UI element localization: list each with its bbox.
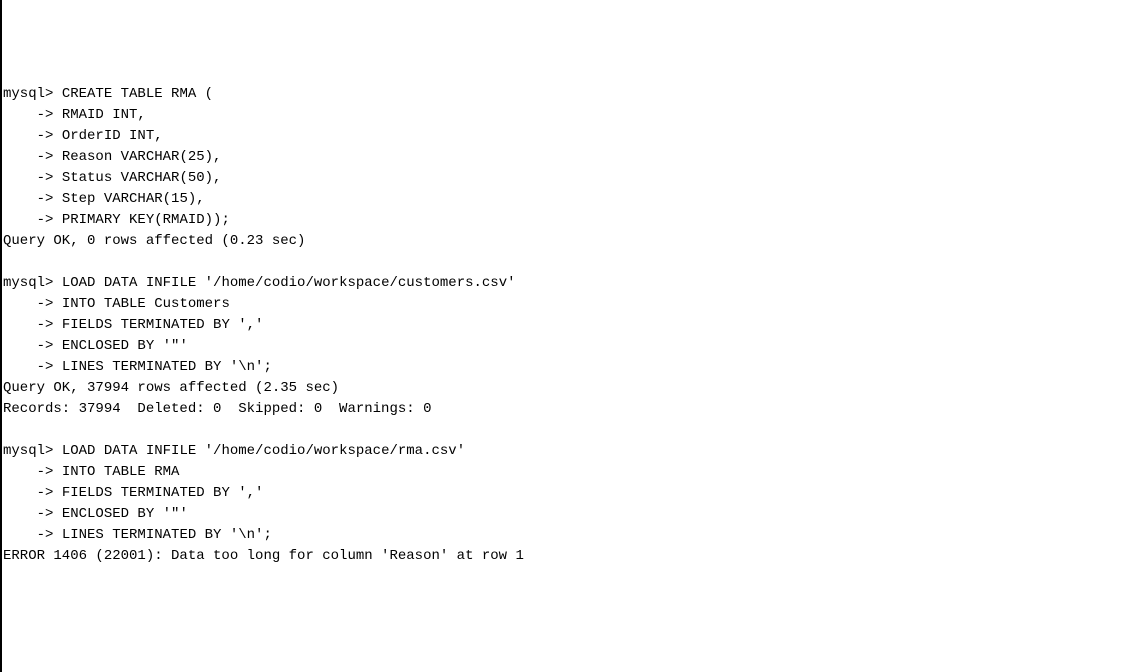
query-result: Records: 37994 Deleted: 0 Skipped: 0 War… (3, 399, 1136, 420)
mysql-prompt: mysql> (3, 86, 53, 102)
terminal-line: -> ENCLOSED BY '"' (3, 336, 1136, 357)
sql-command: LOAD DATA INFILE '/home/codio/workspace/… (53, 275, 515, 291)
terminal-line: -> FIELDS TERMINATED BY ',' (3, 483, 1136, 504)
sql-command: RMAID INT, (53, 107, 145, 123)
terminal-line: -> Reason VARCHAR(25), (3, 147, 1136, 168)
continuation-prompt: -> (3, 359, 53, 375)
query-result: Query OK, 37994 rows affected (2.35 sec) (3, 378, 1136, 399)
terminal-line: mysql> LOAD DATA INFILE '/home/codio/wor… (3, 273, 1136, 294)
mysql-prompt: mysql> (3, 443, 53, 459)
sql-command: Status VARCHAR(50), (53, 170, 221, 186)
sql-command: INTO TABLE RMA (53, 464, 179, 480)
terminal-line: mysql> CREATE TABLE RMA ( (3, 84, 1136, 105)
sql-command: INTO TABLE Customers (53, 296, 229, 312)
terminal-line: -> Status VARCHAR(50), (3, 168, 1136, 189)
terminal-line: -> Step VARCHAR(15), (3, 189, 1136, 210)
continuation-prompt: -> (3, 107, 53, 123)
continuation-prompt: -> (3, 296, 53, 312)
continuation-prompt: -> (3, 128, 53, 144)
sql-command: LOAD DATA INFILE '/home/codio/workspace/… (53, 443, 465, 459)
sql-command: Reason VARCHAR(25), (53, 149, 221, 165)
error-message: ERROR 1406 (22001): Data too long for co… (3, 546, 1136, 567)
continuation-prompt: -> (3, 485, 53, 501)
blank-line (3, 420, 1136, 441)
sql-command: FIELDS TERMINATED BY ',' (53, 485, 263, 501)
sql-command: ENCLOSED BY '"' (53, 338, 187, 354)
terminal-line: -> LINES TERMINATED BY '\n'; (3, 357, 1136, 378)
terminal-line: -> ENCLOSED BY '"' (3, 504, 1136, 525)
terminal-line: mysql> LOAD DATA INFILE '/home/codio/wor… (3, 441, 1136, 462)
sql-command: ENCLOSED BY '"' (53, 506, 187, 522)
continuation-prompt: -> (3, 170, 53, 186)
sql-command: LINES TERMINATED BY '\n'; (53, 359, 271, 375)
terminal-line: -> RMAID INT, (3, 105, 1136, 126)
continuation-prompt: -> (3, 527, 53, 543)
continuation-prompt: -> (3, 212, 53, 228)
sql-command: FIELDS TERMINATED BY ',' (53, 317, 263, 333)
terminal-line: -> FIELDS TERMINATED BY ',' (3, 315, 1136, 336)
continuation-prompt: -> (3, 317, 53, 333)
sql-command: LINES TERMINATED BY '\n'; (53, 527, 271, 543)
sql-command: CREATE TABLE RMA ( (53, 86, 213, 102)
continuation-prompt: -> (3, 506, 53, 522)
continuation-prompt: -> (3, 338, 53, 354)
sql-command: Step VARCHAR(15), (53, 191, 204, 207)
sql-command: PRIMARY KEY(RMAID)); (53, 212, 229, 228)
blank-line (3, 252, 1136, 273)
continuation-prompt: -> (3, 149, 53, 165)
continuation-prompt: -> (3, 464, 53, 480)
mysql-prompt: mysql> (3, 275, 53, 291)
terminal-line: -> INTO TABLE Customers (3, 294, 1136, 315)
continuation-prompt: -> (3, 191, 53, 207)
terminal-line: -> LINES TERMINATED BY '\n'; (3, 525, 1136, 546)
query-result: Query OK, 0 rows affected (0.23 sec) (3, 231, 1136, 252)
terminal-line: -> PRIMARY KEY(RMAID)); (3, 210, 1136, 231)
terminal-line: -> INTO TABLE RMA (3, 462, 1136, 483)
mysql-terminal[interactable]: mysql> CREATE TABLE RMA ( -> RMAID INT, … (2, 84, 1137, 567)
terminal-line: -> OrderID INT, (3, 126, 1136, 147)
sql-command: OrderID INT, (53, 128, 162, 144)
